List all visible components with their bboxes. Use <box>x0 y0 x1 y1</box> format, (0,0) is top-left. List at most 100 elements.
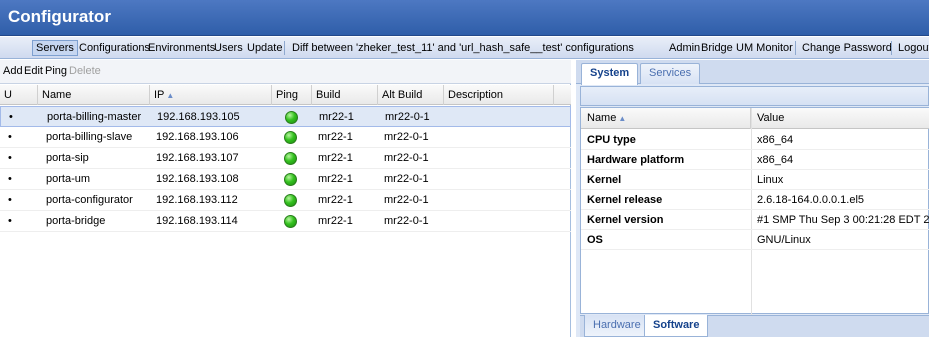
tab-system[interactable]: System <box>581 63 639 85</box>
column-header-u[interactable]: U <box>0 85 38 105</box>
cell-u: • <box>8 131 12 143</box>
column-header-name[interactable]: Name <box>38 85 150 105</box>
tab-services[interactable]: Services <box>640 63 701 84</box>
menu-update[interactable]: Update <box>244 40 285 56</box>
column-header-ping[interactable]: Ping <box>272 85 312 105</box>
menu-users[interactable]: Users <box>211 40 246 56</box>
cell-alt-build: mr22-0-1 <box>384 131 429 143</box>
properties-grid-header: Name ▲ Value <box>581 108 929 129</box>
cell-u: • <box>8 215 12 227</box>
cell-build: mr22-1 <box>318 152 353 164</box>
property-name: Hardware platform <box>587 154 685 166</box>
table-row[interactable]: • porta-bridge 192.168.193.114 mr22-1 mr22-0… <box>0 211 571 232</box>
details-panel: System Services Name ▲ Value CPU type x86_… <box>576 60 929 337</box>
property-row[interactable]: Hardware platform x86_64 <box>581 150 929 170</box>
property-value: x86_64 <box>757 134 794 146</box>
cell-name: porta-um <box>46 173 91 185</box>
ping-button[interactable]: Ping <box>45 65 67 77</box>
cell-u: • <box>8 194 12 206</box>
cell-ip: 192.168.193.105 <box>157 111 240 123</box>
cell-build: mr22-1 <box>318 194 353 206</box>
cell-build: mr22-1 <box>319 111 354 123</box>
menu-diff-configurations[interactable]: Diff between 'zheker_test_11' and 'url_h… <box>289 40 637 56</box>
menu-environments[interactable]: Environments <box>145 40 218 56</box>
cell-build: mr22-1 <box>318 215 353 227</box>
property-name: Kernel version <box>587 214 664 226</box>
delete-button[interactable]: Delete <box>69 65 101 77</box>
cell-ip: 192.168.193.108 <box>156 173 239 185</box>
column-header-prop-name[interactable]: Name ▲ <box>581 108 751 129</box>
cell-alt-build: mr22-0-1 <box>384 194 429 206</box>
bottom-tabstrip: Hardware Software <box>580 315 929 337</box>
tab-hardware[interactable]: Hardware <box>584 315 650 337</box>
table-row[interactable]: • porta-configurator 192.168.193.112 mr22-1… <box>0 190 571 211</box>
cell-name: porta-billing-slave <box>46 131 133 143</box>
menu-um-monitor[interactable]: UM Monitor <box>733 40 796 56</box>
cell-build: mr22-1 <box>318 173 353 185</box>
cell-ip: 192.168.193.107 <box>156 152 239 164</box>
column-header-prop-name-label: Name <box>587 112 617 124</box>
ping-status-ok-icon <box>285 111 298 124</box>
system-properties-grid: Name ▲ Value CPU type x86_64 Hardware platf… <box>580 107 929 315</box>
column-header-prop-value[interactable]: Value <box>751 108 929 129</box>
cell-alt-build: mr22-0-1 <box>385 111 430 123</box>
menu-bridge[interactable]: Bridge <box>698 40 736 56</box>
menu-logout[interactable]: Logout <box>895 40 929 56</box>
property-value: x86_64 <box>757 154 794 166</box>
cell-name: porta-billing-master <box>47 111 142 123</box>
column-header-ip[interactable]: IP ▲ <box>150 85 272 105</box>
table-row[interactable]: • porta-um 192.168.193.108 mr22-1 mr22-0-1 <box>0 169 571 190</box>
cell-u: • <box>9 111 13 123</box>
cell-name: porta-sip <box>46 152 89 164</box>
cell-alt-build: mr22-0-1 <box>384 215 429 227</box>
cell-name: porta-bridge <box>46 215 106 227</box>
column-header-ip-label: IP <box>154 89 165 101</box>
cell-u: • <box>8 173 12 185</box>
property-name: CPU type <box>587 134 636 146</box>
property-row[interactable]: CPU type x86_64 <box>581 130 929 150</box>
ping-status-ok-icon <box>284 173 297 186</box>
servers-grid-header: U Name IP ▲ Ping Build Alt Build Descript… <box>0 85 571 105</box>
app-title-bar: Configurator <box>0 0 929 36</box>
properties-toolbar <box>580 86 929 106</box>
table-row[interactable]: • porta-billing-slave 192.168.193.106 mr22-… <box>0 127 571 148</box>
property-row[interactable]: OS GNU/Linux <box>581 230 929 250</box>
add-button[interactable]: Add <box>3 65 23 77</box>
table-row[interactable]: • porta-sip 192.168.193.107 mr22-1 mr22-0-1 <box>0 148 571 169</box>
cell-build: mr22-1 <box>318 131 353 143</box>
property-value: 2.6.18-164.0.0.0.1.el5 <box>757 194 865 206</box>
menu-servers[interactable]: Servers <box>32 40 78 56</box>
app-title: Configurator <box>8 7 111 26</box>
ping-status-ok-icon <box>284 152 297 165</box>
cell-alt-build: mr22-0-1 <box>384 173 429 185</box>
column-header-build[interactable]: Build <box>312 85 378 105</box>
property-row[interactable]: Kernel Linux <box>581 170 929 190</box>
menu-separator <box>891 41 892 55</box>
menu-separator <box>795 41 796 55</box>
column-header-alt-build[interactable]: Alt Build <box>378 85 444 105</box>
cell-name: porta-configurator <box>46 194 133 206</box>
menu-separator <box>284 41 285 55</box>
table-row[interactable]: • porta-billing-master 192.168.193.105 mr22… <box>0 106 571 127</box>
property-value: GNU/Linux <box>757 234 811 246</box>
cell-ip: 192.168.193.112 <box>156 194 238 206</box>
menu-configurations[interactable]: Configurations <box>76 40 153 56</box>
ping-status-ok-icon <box>284 194 297 207</box>
servers-toolbar: Add Edit Ping Delete <box>0 60 571 84</box>
property-row[interactable]: Kernel version #1 SMP Thu Sep 3 00:21:28 … <box>581 210 929 230</box>
cell-u: • <box>8 152 12 164</box>
cell-ip: 192.168.193.106 <box>156 131 239 143</box>
menu-change-password[interactable]: Change Password <box>799 40 895 56</box>
servers-panel: Add Edit Ping Delete U Name IP ▲ Ping Bui… <box>0 60 571 337</box>
property-name: Kernel <box>587 174 622 186</box>
edit-button[interactable]: Edit <box>24 65 43 77</box>
tab-software[interactable]: Software <box>644 315 709 337</box>
ping-status-ok-icon <box>284 215 297 228</box>
property-value: #1 SMP Thu Sep 3 00:21:28 EDT 2009 <box>757 214 929 226</box>
ping-status-ok-icon <box>284 131 297 144</box>
property-name: Kernel release <box>587 194 663 206</box>
cell-alt-build: mr22-0-1 <box>384 152 429 164</box>
details-tabstrip: System Services <box>576 60 929 85</box>
property-row[interactable]: Kernel release 2.6.18-164.0.0.0.1.el5 <box>581 190 929 210</box>
column-header-description[interactable]: Description <box>444 85 554 105</box>
